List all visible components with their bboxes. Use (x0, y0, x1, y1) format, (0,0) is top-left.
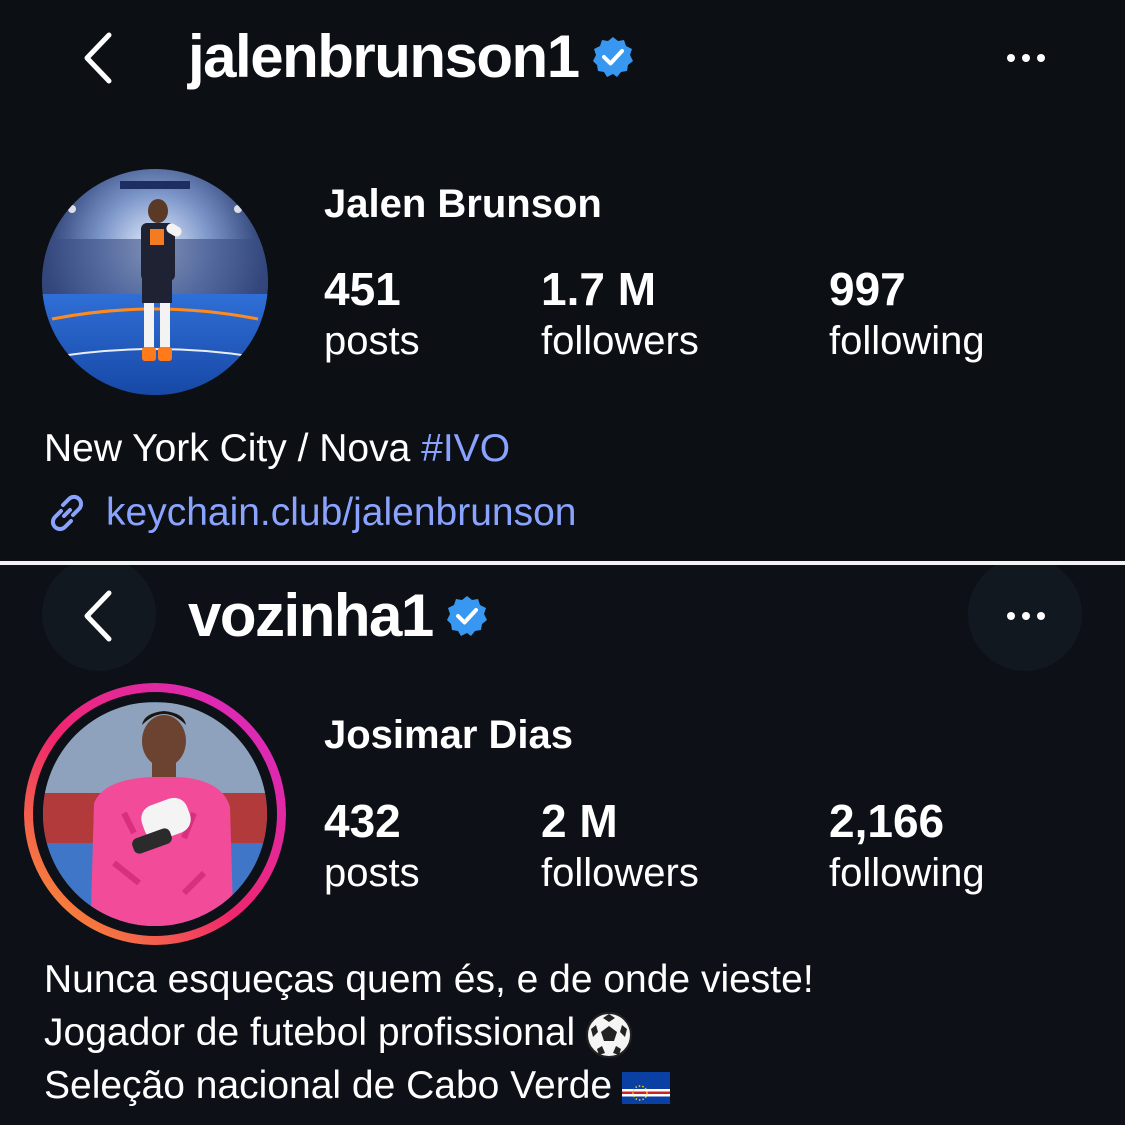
more-horizontal-icon (1007, 612, 1015, 620)
stat-following[interactable]: 2,166 following (829, 794, 985, 898)
stat-label: followers (541, 319, 699, 363)
chevron-left-icon (84, 590, 112, 642)
stat-value: 1.7 M (541, 263, 657, 315)
bio-hashtag-link[interactable]: #IVO (421, 427, 510, 470)
back-button[interactable] (68, 586, 128, 646)
verified-badge-icon (446, 595, 487, 636)
more-options-button[interactable] (991, 596, 1061, 636)
stat-followers[interactable]: 1.7 M followers (541, 262, 699, 366)
username: vozinha1 (188, 582, 434, 649)
stat-posts[interactable]: 451 posts (324, 262, 420, 366)
bio: Nunca esqueças quem és, e de onde vieste… (44, 953, 814, 1112)
stat-value: 451 (324, 263, 401, 315)
soccer-ball-emoji (586, 1011, 633, 1058)
display-name: Jalen Brunson (324, 182, 602, 226)
display-name: Josimar Dias (324, 713, 574, 757)
external-link-text: keychain.club/jalenbrunson (106, 491, 577, 534)
back-button[interactable] (68, 28, 128, 88)
avatar-story-ring[interactable] (24, 683, 286, 945)
stat-label: posts (324, 319, 420, 363)
stat-label: following (829, 319, 985, 363)
profile-header-vozinha: vozinha1 Josimar Dias 432 posts 2 M foll… (0, 565, 1125, 1125)
more-horizontal-icon (1007, 54, 1015, 62)
link-icon (50, 494, 84, 532)
external-link[interactable]: keychain.club/jalenbrunson (44, 490, 576, 536)
bio-line-with-emoji: Jogador de futebol profissional (44, 1006, 814, 1059)
stat-following[interactable]: 997 following (829, 262, 985, 366)
username-row: vozinha1 (188, 581, 489, 650)
avatar[interactable] (42, 169, 268, 395)
stat-label: following (829, 851, 985, 895)
profile-header-jalenbrunson: jalenbrunson1 Jalen Brunson 451 posts 1.… (0, 0, 1125, 561)
bio-line: Nunca esqueças quem és, e de onde vieste… (44, 958, 814, 1001)
chevron-left-icon (84, 32, 112, 84)
stat-label: followers (541, 851, 699, 895)
stat-value: 997 (829, 263, 906, 315)
bio-text: New York City / Nova (44, 427, 422, 470)
stat-value: 432 (324, 795, 401, 847)
bio-line-with-flag: Seleção nacional de Cabo Verde (44, 1059, 814, 1112)
cape-verde-flag-emoji (622, 1071, 671, 1104)
username-row: jalenbrunson1 (188, 22, 635, 91)
stat-followers[interactable]: 2 M followers (541, 794, 699, 898)
username: jalenbrunson1 (188, 23, 580, 90)
stat-value: 2,166 (829, 795, 945, 847)
bio-line: Jogador de futebol profissional (44, 1011, 576, 1054)
stat-value: 2 M (541, 795, 618, 847)
bio-line: Seleção nacional de Cabo Verde (44, 1064, 613, 1107)
stat-posts[interactable]: 432 posts (324, 794, 420, 898)
more-options-button[interactable] (991, 38, 1061, 78)
bio: New York City / Nova #IVO (44, 422, 510, 475)
verified-badge-icon (592, 36, 633, 77)
stat-label: posts (324, 851, 420, 895)
